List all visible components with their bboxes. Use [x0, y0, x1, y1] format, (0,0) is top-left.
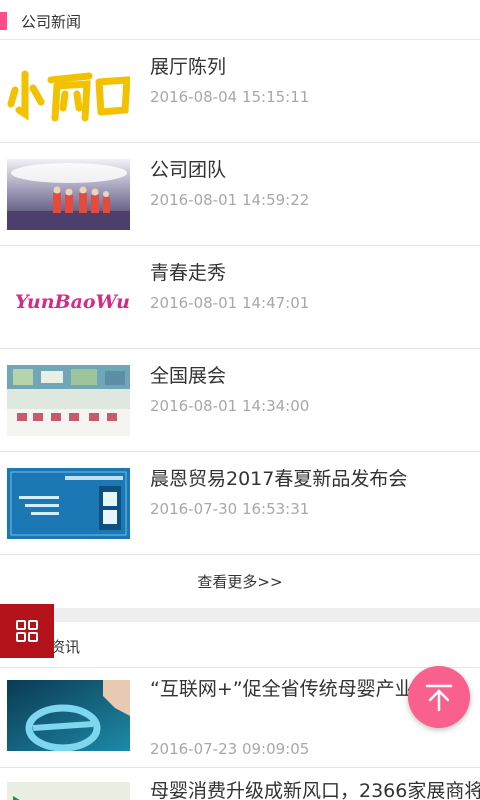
news-title: 母婴消费升级成新风口，2366家展商将 [150, 780, 480, 800]
news-date: 2016-08-01 14:47:01 [150, 294, 310, 312]
news-date: 2016-07-23 09:09:05 [150, 740, 310, 758]
team-stage-photo [7, 159, 130, 230]
news-item[interactable]: “互联网+”促全省传统母婴产业发展 2016-07-23 09:09:05 [0, 668, 480, 768]
news-title: 晨恩贸易2017春夏新品发布会 [150, 468, 408, 490]
news-item[interactable]: 公司团队 2016-08-01 14:59:22 [0, 143, 480, 246]
news-item[interactable]: 母婴消费升级成新风口，2366家展商将 [0, 768, 480, 800]
calligraphy-logo-image [7, 56, 130, 127]
invitation-card-image [7, 468, 130, 539]
news-title: 全国展会 [150, 365, 227, 387]
grid-icon [16, 620, 38, 642]
news-date: 2016-08-01 14:34:00 [150, 397, 310, 415]
section-marker [0, 12, 7, 30]
section-divider [0, 608, 480, 622]
news-item[interactable]: 全国展会 2016-08-01 14:34:00 [0, 349, 480, 452]
arrow-up-icon [425, 684, 453, 712]
view-more-link[interactable]: 查看更多>> [0, 556, 480, 608]
news-title: 青春走秀 [150, 262, 227, 284]
news-item[interactable]: 晨恩贸易2017春夏新品发布会 2016-07-30 16:53:31 [0, 452, 480, 555]
section-title: 资讯 [50, 638, 81, 656]
news-title: 公司团队 [150, 159, 227, 181]
news-item[interactable]: 展厅陈列 2016-08-04 15:15:11 [0, 40, 480, 143]
section-title: 公司新闻 [21, 13, 82, 31]
news-date: 2016-08-04 15:15:11 [150, 88, 310, 106]
internet-e-logo-photo [7, 680, 130, 751]
yunbaowu-logo-image: YunBaoWu [7, 262, 130, 333]
news-date: 2016-08-01 14:59:22 [150, 191, 310, 209]
menu-button[interactable] [0, 604, 54, 658]
exhibition-booth-photo [7, 365, 130, 436]
logo-text: YunBaoWu [15, 291, 130, 313]
company-news-header: 公司新闻 [0, 0, 480, 40]
back-to-top-button[interactable] [408, 666, 470, 728]
news-item[interactable]: YunBaoWu 青春走秀 2016-08-01 14:47:01 [0, 246, 480, 349]
news-date: 2016-07-30 16:53:31 [150, 500, 310, 518]
green-play-image [7, 782, 130, 800]
news-title: 展厅陈列 [150, 56, 227, 78]
industry-news-header: 资讯 [0, 622, 480, 668]
